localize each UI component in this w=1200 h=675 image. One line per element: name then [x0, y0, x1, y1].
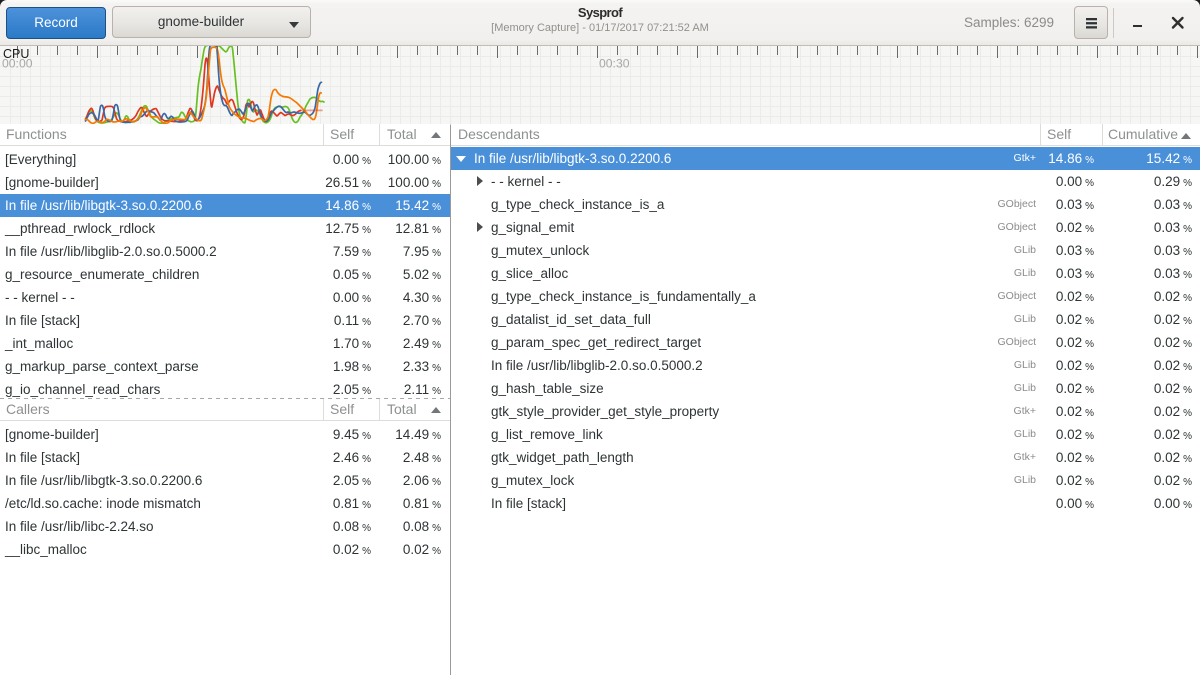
svg-text:00:30: 00:30	[599, 57, 630, 71]
svg-text:00:00: 00:00	[2, 57, 33, 71]
